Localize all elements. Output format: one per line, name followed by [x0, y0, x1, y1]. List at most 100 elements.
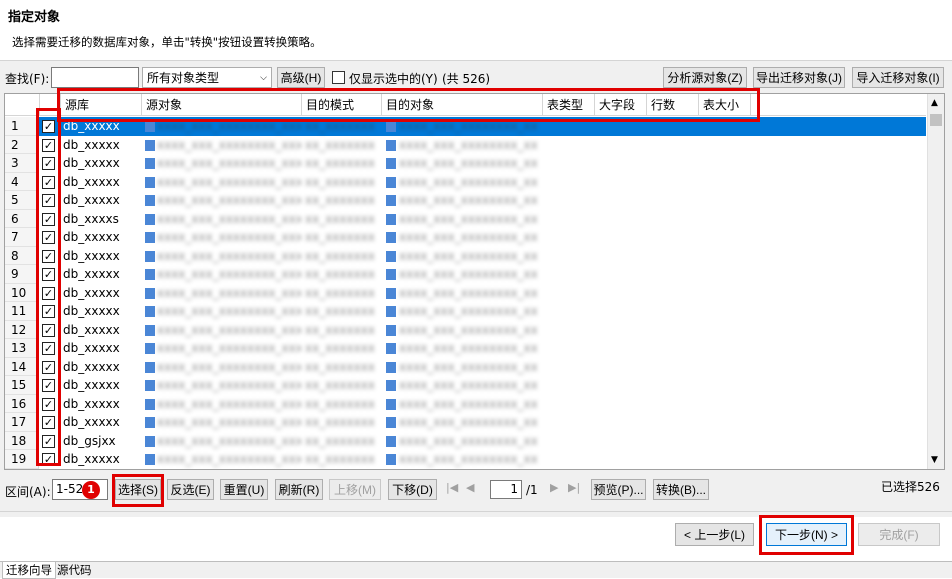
page-input[interactable]: 1 [490, 480, 522, 499]
convert-button[interactable]: 转换(B)... [653, 479, 709, 500]
table-row[interactable]: 11 ✓ db_xxxxx xxxx_xxx_xxxxxxxx_xxx xx_xxxxx… [5, 302, 926, 321]
table-row[interactable]: 16 ✓ db_xxxxx xxxx_xxx_xxxxxxxx_xxx xx_xxxxx… [5, 394, 926, 413]
row-checkbox[interactable]: ✓ [42, 231, 55, 244]
table-row[interactable]: 4 ✓ db_xxxxx xxxx_xxx_xxxxxxxx_xxx xx_xxxxxx… [5, 172, 926, 191]
row-checkbox[interactable]: ✓ [42, 268, 55, 281]
row-checkbox[interactable]: ✓ [42, 397, 55, 411]
finish-button[interactable]: 完成(F) [858, 523, 940, 546]
cell-dst-object: xxxx_xxx_xxxxxxxx_xx [399, 359, 538, 374]
preview-button[interactable]: 预览(P)... [591, 479, 646, 500]
table-row[interactable]: 14 ✓ db_xxxxx xxxx_xxx_xxxxxxxx_xxx xx_xxxxx… [5, 357, 926, 376]
next-page-icon[interactable]: ▶ [550, 481, 558, 494]
vertical-scrollbar[interactable]: ▲ ▼ [927, 94, 944, 469]
col-lob[interactable]: 大字段 [595, 94, 647, 116]
table-row[interactable]: 15 ✓ db_xxxxx xxxx_xxx_xxxxxxxx_xxx xx_xxxxx… [5, 376, 926, 395]
refresh-button[interactable]: 刷新(R) [275, 479, 323, 500]
col-rows[interactable]: 行数 [647, 94, 699, 116]
row-checkbox[interactable]: ✓ [42, 305, 55, 318]
table-row[interactable]: 9 ✓ db_xxxxx xxxx_xxx_xxxxxxxx_xxx xx_xxxxxx… [5, 265, 926, 284]
cell-dst-schema: xx_xxxxxxx [305, 341, 375, 355]
table-row[interactable]: 2 ✓ db_xxxxx xxxx_xxx_xxxxxxxx_xxx xx_xxxxxx… [5, 135, 926, 154]
cell-dst-schema: xx_xxxxxxx [305, 285, 375, 300]
invert-button[interactable]: 反选(E) [167, 479, 214, 500]
table-icon [386, 343, 396, 354]
row-checkbox[interactable]: ✓ [42, 157, 55, 170]
row-checkbox[interactable]: ✓ [42, 379, 55, 392]
last-page-icon[interactable]: ▶| [568, 481, 580, 494]
row-checkbox[interactable]: ✓ [42, 286, 55, 300]
cell-dst-object: xxxx_xxx_xxxxxxxx_xx [399, 174, 538, 189]
table-row[interactable]: 1 ✓ db_xxxxx xxxx_xxx_xxxxxxxx_xxx xx_xxxxxx… [5, 117, 926, 136]
cell-src-object: xxxx_xxx_xxxxxxxx_xxx [157, 174, 301, 189]
table-row[interactable]: 19 ✓ db_xxxxx xxxx_xxx_xxxxxxxx_xxx xx_xxxxx… [5, 450, 926, 469]
export-objects-button[interactable]: 导出迁移对象(J) [753, 67, 845, 88]
col-src-db[interactable]: 源库 [61, 94, 142, 116]
table-row[interactable]: 6 ✓ db_xxxxs xxxx_xxx_xxxxxxxx_xxx xx_xxxxxx… [5, 209, 926, 228]
table-row[interactable]: 18 ✓ db_gsjxx xxxx_xxx_xxxxxxxx_xxx xx_xxxxx… [5, 431, 926, 450]
row-checkbox[interactable]: ✓ [42, 120, 55, 133]
row-checkbox[interactable]: ✓ [42, 434, 55, 448]
cell-src-object: xxxx_xxx_xxxxxxxx_xxx [157, 452, 301, 466]
col-dst-schema[interactable]: 目的模式 [302, 94, 382, 116]
cell-src-object: xxxx_xxx_xxxxxxxx_xxx [157, 341, 301, 355]
tab-source-code[interactable]: 源代码 [54, 562, 95, 579]
row-checkbox[interactable]: ✓ [42, 194, 55, 207]
cell-src-object: xxxx_xxx_xxxxxxxx_xxx [157, 322, 301, 337]
analyze-source-button[interactable]: 分析源对象(Z) [663, 67, 747, 88]
scroll-down-icon[interactable]: ▼ [931, 455, 938, 465]
row-checkbox[interactable]: ✓ [42, 453, 55, 466]
scroll-thumb[interactable] [930, 114, 942, 126]
import-objects-button[interactable]: 导入迁移对象(I) [852, 67, 944, 88]
prev-page-icon[interactable]: ◀ [466, 481, 474, 494]
row-checkbox[interactable]: ✓ [42, 249, 55, 263]
cell-dst-schema: xx_xxxxxxx [305, 211, 375, 226]
row-number: 2 [5, 135, 39, 154]
cell-src-db: db_xxxxx [63, 193, 120, 207]
table-row[interactable]: 3 ✓ db_xxxxx xxxx_xxx_xxxxxxxx_xxx xx_xxxxxx… [5, 154, 926, 173]
table-row[interactable]: 10 ✓ db_xxxxx xxxx_xxx_xxxxxxxx_xxx xx_xxxxx… [5, 283, 926, 302]
row-checkbox[interactable]: ✓ [42, 416, 55, 429]
row-checkbox[interactable]: ✓ [42, 323, 55, 337]
col-table-size[interactable]: 表大小 [699, 94, 751, 116]
row-number: 1 [5, 117, 39, 136]
cell-src-object: xxxx_xxx_xxxxxxxx_xxx [157, 119, 301, 133]
row-checkbox[interactable]: ✓ [42, 212, 55, 226]
table-row[interactable]: 17 ✓ db_xxxxx xxxx_xxx_xxxxxxxx_xxx xx_xxxxx… [5, 413, 926, 432]
object-grid[interactable]: 源库 源对象 目的模式 目的对象 表类型 大字段 行数 表大小 1 ✓ db_xxx… [4, 93, 945, 470]
find-input[interactable] [51, 67, 139, 88]
page-subtitle: 选择需要迁移的数据库对象，单击"转换"按钮设置转换策略。 [12, 35, 322, 49]
table-icon [145, 269, 155, 280]
col-src-object[interactable]: 源对象 [142, 94, 302, 116]
table-row[interactable]: 12 ✓ db_xxxxx xxxx_xxx_xxxxxxxx_xxx xx_xxxxx… [5, 320, 926, 339]
row-checkbox[interactable]: ✓ [42, 360, 55, 374]
advanced-button[interactable]: 高级(H) [277, 67, 325, 88]
table-row[interactable]: 8 ✓ db_xxxxx xxxx_xxx_xxxxxxxx_xxx xx_xxxxxx… [5, 246, 926, 265]
table-icon [386, 306, 396, 317]
tab-migration-wizard[interactable]: 迁移向导 [2, 562, 56, 579]
row-checkbox[interactable]: ✓ [42, 138, 55, 152]
row-checkbox[interactable]: ✓ [42, 175, 55, 189]
table-row[interactable]: 5 ✓ db_xxxxx xxxx_xxx_xxxxxxxx_xxx xx_xxxxxx… [5, 191, 926, 210]
only-selected-label: 仅显示选中的(Y) [349, 72, 438, 86]
table-row[interactable]: 7 ✓ db_xxxxx xxxx_xxx_xxxxxxxx_xxx xx_xxxxxx… [5, 228, 926, 247]
col-dst-object[interactable]: 目的对象 [382, 94, 543, 116]
table-row[interactable]: 13 ✓ db_xxxxx xxxx_xxx_xxxxxxxx_xxx xx_xxxxx… [5, 339, 926, 358]
cell-dst-object: xxxx_xxx_xxxxxxxx_xx [399, 452, 538, 466]
col-table-type[interactable]: 表类型 [543, 94, 595, 116]
reset-button[interactable]: 重置(U) [220, 479, 268, 500]
table-icon [386, 269, 396, 280]
select-button[interactable]: 选择(S) [115, 479, 161, 500]
next-step-button[interactable]: 下一步(N) > [766, 523, 847, 546]
table-icon [145, 343, 155, 354]
object-type-select[interactable]: 所有对象类型 ⌵ [142, 67, 272, 88]
prev-step-button[interactable]: < 上一步(L) [675, 523, 754, 546]
row-number: 17 [5, 413, 39, 432]
only-selected-checkbox[interactable] [332, 71, 345, 84]
cell-src-db: db_xxxxx [63, 322, 120, 337]
scroll-up-icon[interactable]: ▲ [931, 98, 938, 108]
move-down-button[interactable]: 下移(D) [388, 479, 437, 500]
first-page-icon[interactable]: |◀ [446, 481, 458, 494]
row-checkbox[interactable]: ✓ [42, 342, 55, 355]
move-up-button[interactable]: 上移(M) [329, 479, 381, 500]
cell-dst-object: xxxx_xxx_xxxxxxxx_xx [399, 304, 538, 318]
